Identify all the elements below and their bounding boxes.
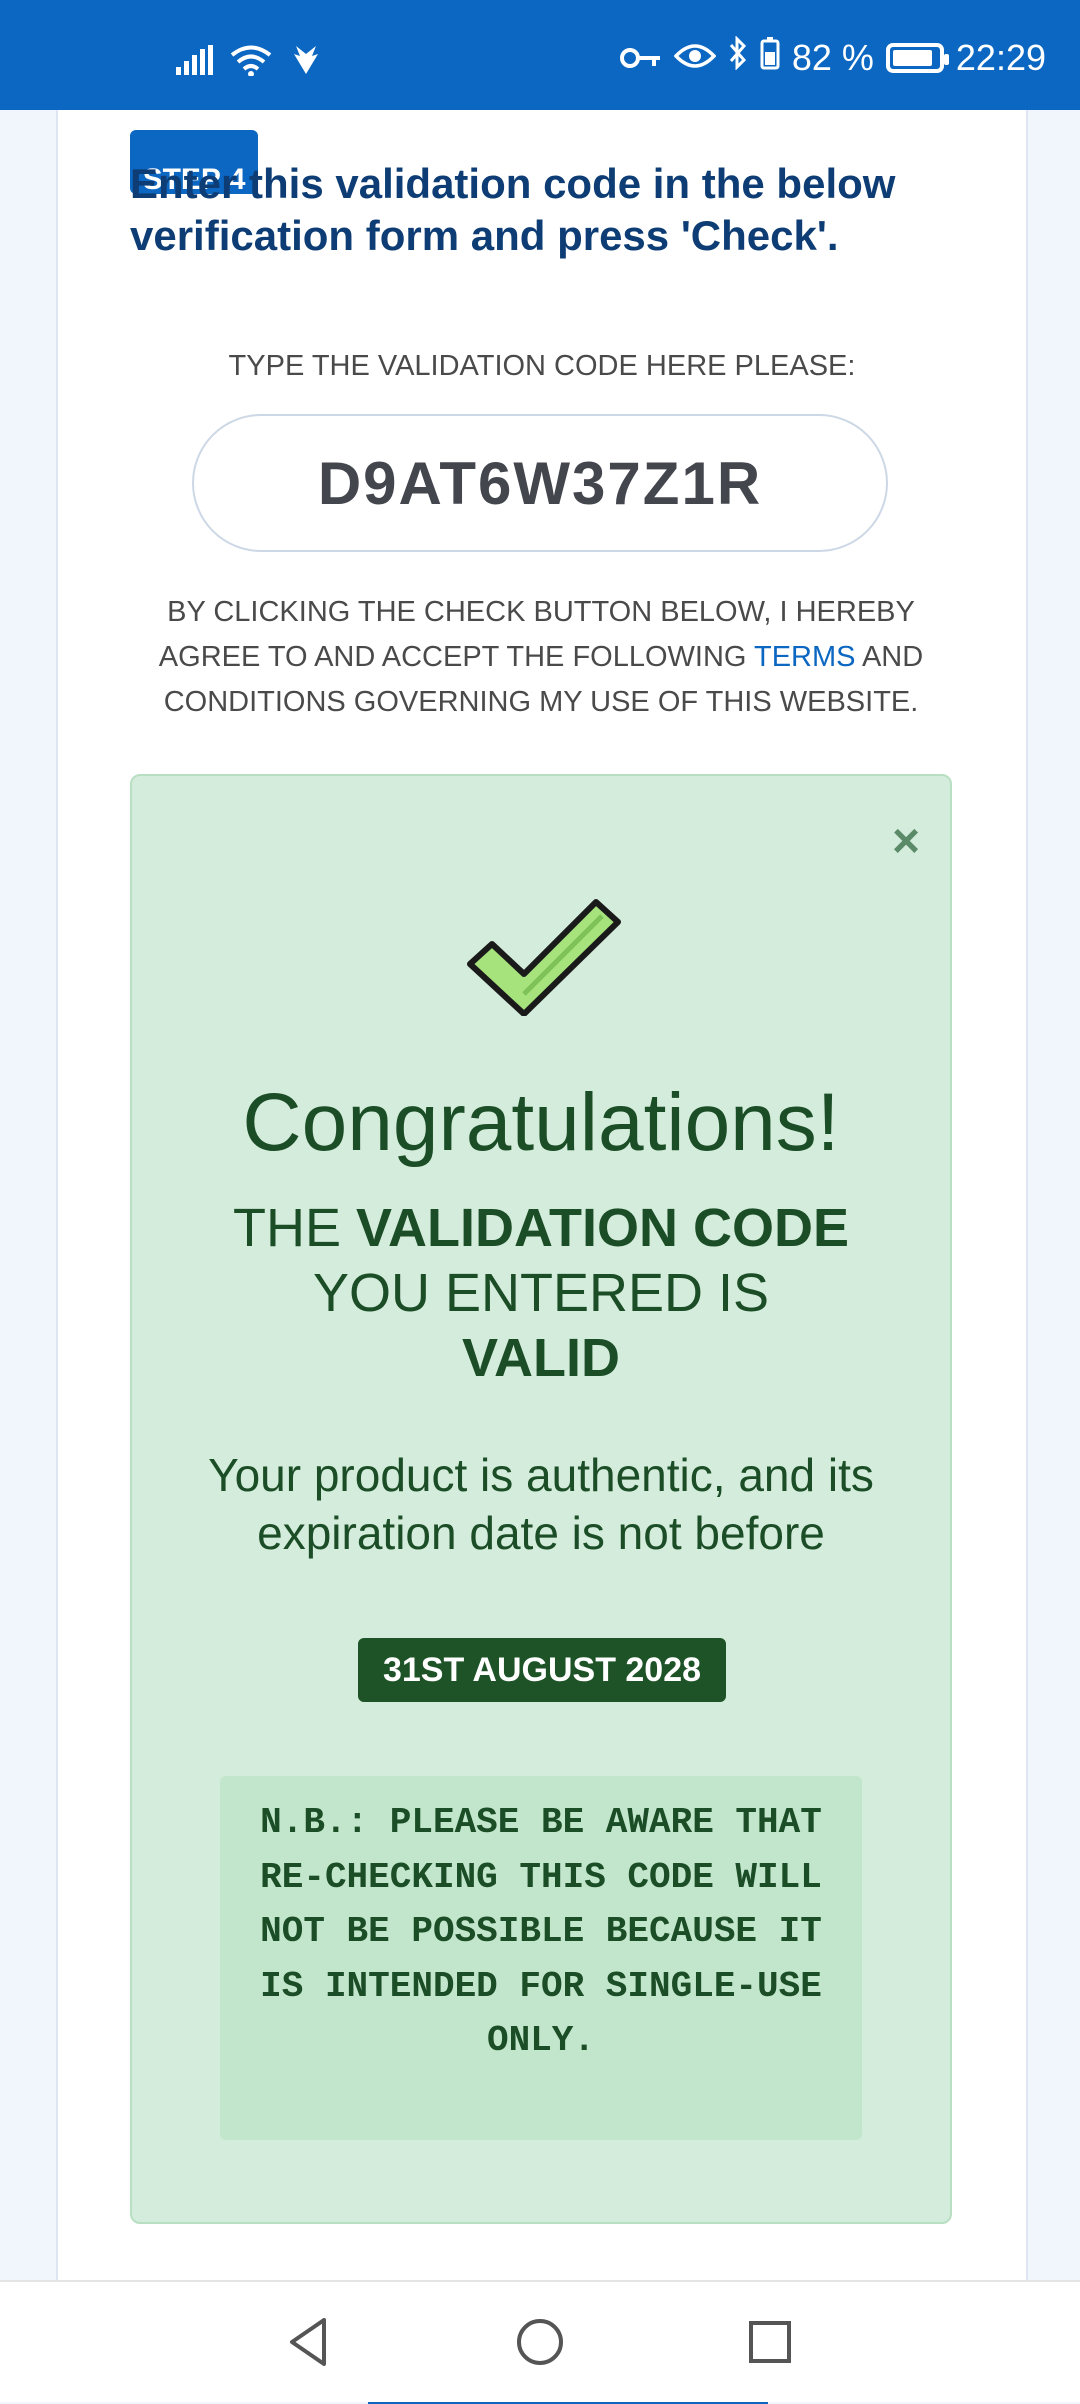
- terms-link[interactable]: TERMS: [754, 641, 856, 673]
- congratulations-heading: Congratulations!: [242, 1077, 840, 1168]
- eye-icon: [673, 37, 717, 79]
- checkmark-icon: [462, 896, 622, 1021]
- verification-card: STEP 4 Enter this validation code in the…: [56, 60, 1028, 2404]
- validity-bold-2: VALID: [462, 1328, 620, 1388]
- status-bar: 82 % 22:29: [0, 0, 1080, 110]
- terms-notice: BY CLICKING THE CHECK BUTTON BELOW, I HE…: [146, 590, 936, 725]
- validity-text-1: THE: [232, 1198, 356, 1258]
- battery-percent: 82 %: [791, 36, 874, 78]
- validity-text-2: YOU ENTERED IS: [312, 1263, 770, 1323]
- navigation-bar: [0, 2280, 1080, 2402]
- clock: 22:29: [955, 36, 1046, 78]
- wifi-icon: [230, 44, 272, 81]
- home-nav-icon[interactable]: [508, 2310, 572, 2374]
- validity-message: THE VALIDATION CODE YOU ENTERED IS VALID: [232, 1196, 850, 1391]
- key-icon: [619, 37, 662, 79]
- recents-nav-icon[interactable]: [738, 2310, 802, 2374]
- success-alert: × Congratulations! THE VALIDATION CODE Y…: [130, 774, 952, 2224]
- authenticity-message: Your product is authentic, and its expir…: [208, 1449, 874, 1559]
- battery-icon: [885, 42, 949, 73]
- back-nav-icon[interactable]: [278, 2310, 342, 2374]
- status-left-icons: [176, 44, 326, 81]
- code-input-label: TYPE THE VALIDATION CODE HERE PLEASE:: [228, 350, 856, 382]
- validation-code-input[interactable]: D9AT6W37Z1R: [192, 414, 888, 552]
- battery-saver-icon: [760, 36, 780, 79]
- bluetooth-icon: [728, 35, 748, 79]
- status-right-icons: 82 % 22:29: [619, 35, 1046, 79]
- single-use-note: N.B.: PLEASE BE AWARE THAT RE-CHECKING T…: [220, 1776, 862, 2140]
- validity-bold-1: VALIDATION CODE: [356, 1198, 849, 1258]
- expiry-date-badge: 31ST AUGUST 2028: [358, 1638, 726, 1702]
- signal-icon: [176, 45, 216, 80]
- step-title: Enter this validation code in the below …: [130, 160, 896, 259]
- app-notification-icon: [286, 44, 326, 81]
- close-alert-button[interactable]: ×: [892, 814, 920, 869]
